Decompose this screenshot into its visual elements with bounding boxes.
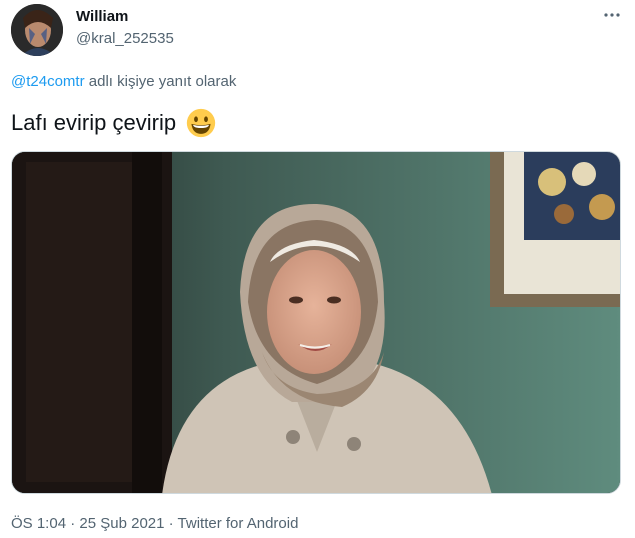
tweet-source[interactable]: Twitter for Android [178,515,299,532]
replying-to: @t24comtr adlı kişiye yanıt olarak [11,73,236,90]
replying-suffix: adlı kişiye yanıt olarak [84,73,237,90]
meta-separator: · [164,515,178,532]
tweet-text: Lafı evirip çevirip [11,108,216,138]
avatar[interactable] [11,4,63,56]
more-options-icon[interactable] [603,6,621,29]
tweet-media[interactable] [11,151,621,494]
tweet-time[interactable]: ÖS 1:04 [11,515,66,532]
tweet-text-content: Lafı evirip çevirip [11,110,177,135]
grinning-face-emoji [186,108,216,138]
tweet-date[interactable]: 25 Şub 2021 [79,515,164,532]
avatar-image [11,4,63,56]
video-still-icon [12,152,620,493]
mention-link[interactable]: @t24comtr [11,73,85,90]
tweet-meta: ÖS 1:04 · 25 Şub 2021 · Twitter for Andr… [11,515,298,532]
meta-separator: · [66,515,80,532]
user-handle[interactable]: @kral_252535 [76,30,174,47]
display-name[interactable]: William [76,8,128,25]
